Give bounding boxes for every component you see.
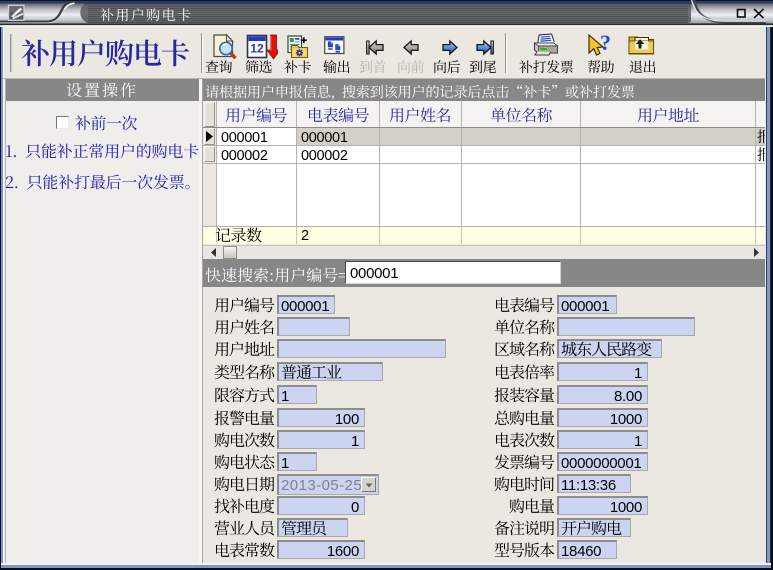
svg-text:?: ?: [600, 32, 611, 55]
svg-text:12: 12: [250, 42, 264, 56]
